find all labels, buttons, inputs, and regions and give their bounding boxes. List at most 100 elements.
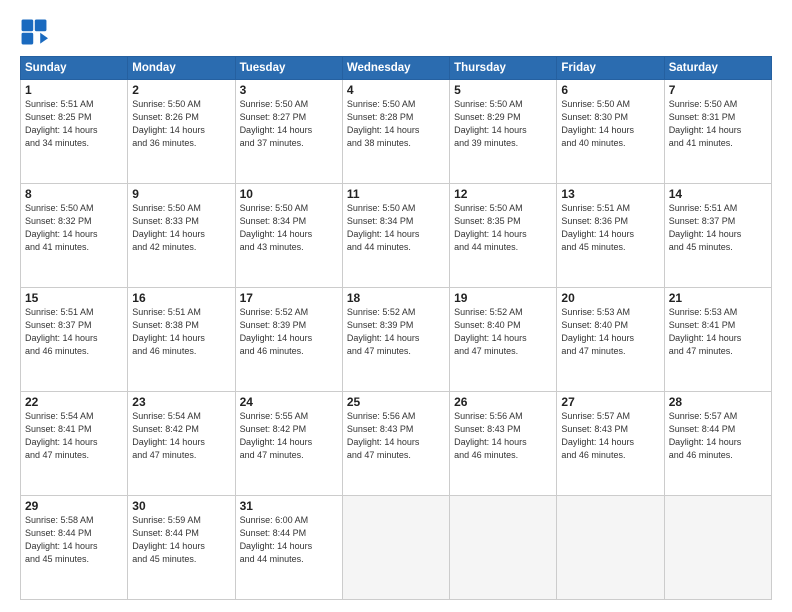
- calendar-cell: 19Sunrise: 5:52 AMSunset: 8:40 PMDayligh…: [450, 288, 557, 392]
- calendar-cell: [557, 496, 664, 600]
- calendar-cell: 11Sunrise: 5:50 AMSunset: 8:34 PMDayligh…: [342, 184, 449, 288]
- cell-content: Sunrise: 5:50 AMSunset: 8:35 PMDaylight:…: [454, 202, 552, 254]
- day-number: 4: [347, 83, 445, 97]
- day-number: 12: [454, 187, 552, 201]
- calendar-cell: 1Sunrise: 5:51 AMSunset: 8:25 PMDaylight…: [21, 80, 128, 184]
- cell-content: Sunrise: 5:50 AMSunset: 8:34 PMDaylight:…: [240, 202, 338, 254]
- day-number: 29: [25, 499, 123, 513]
- day-number: 13: [561, 187, 659, 201]
- cell-content: Sunrise: 5:51 AMSunset: 8:36 PMDaylight:…: [561, 202, 659, 254]
- day-header-tuesday: Tuesday: [235, 57, 342, 80]
- calendar-cell: 27Sunrise: 5:57 AMSunset: 8:43 PMDayligh…: [557, 392, 664, 496]
- cell-content: Sunrise: 5:59 AMSunset: 8:44 PMDaylight:…: [132, 514, 230, 566]
- cell-content: Sunrise: 5:50 AMSunset: 8:28 PMDaylight:…: [347, 98, 445, 150]
- calendar-cell: 13Sunrise: 5:51 AMSunset: 8:36 PMDayligh…: [557, 184, 664, 288]
- cell-content: Sunrise: 5:57 AMSunset: 8:43 PMDaylight:…: [561, 410, 659, 462]
- day-number: 10: [240, 187, 338, 201]
- cell-content: Sunrise: 5:52 AMSunset: 8:39 PMDaylight:…: [240, 306, 338, 358]
- cell-content: Sunrise: 5:51 AMSunset: 8:25 PMDaylight:…: [25, 98, 123, 150]
- day-number: 25: [347, 395, 445, 409]
- logo-icon: [20, 18, 48, 46]
- calendar-week-5: 29Sunrise: 5:58 AMSunset: 8:44 PMDayligh…: [21, 496, 772, 600]
- page: SundayMondayTuesdayWednesdayThursdayFrid…: [0, 0, 792, 612]
- day-number: 5: [454, 83, 552, 97]
- cell-content: Sunrise: 5:50 AMSunset: 8:34 PMDaylight:…: [347, 202, 445, 254]
- day-header-saturday: Saturday: [664, 57, 771, 80]
- cell-content: Sunrise: 5:58 AMSunset: 8:44 PMDaylight:…: [25, 514, 123, 566]
- calendar-cell: 7Sunrise: 5:50 AMSunset: 8:31 PMDaylight…: [664, 80, 771, 184]
- day-number: 20: [561, 291, 659, 305]
- calendar-cell: 12Sunrise: 5:50 AMSunset: 8:35 PMDayligh…: [450, 184, 557, 288]
- day-number: 19: [454, 291, 552, 305]
- cell-content: Sunrise: 5:54 AMSunset: 8:42 PMDaylight:…: [132, 410, 230, 462]
- calendar-cell: 31Sunrise: 6:00 AMSunset: 8:44 PMDayligh…: [235, 496, 342, 600]
- day-number: 26: [454, 395, 552, 409]
- day-number: 23: [132, 395, 230, 409]
- calendar-cell: 3Sunrise: 5:50 AMSunset: 8:27 PMDaylight…: [235, 80, 342, 184]
- day-number: 17: [240, 291, 338, 305]
- day-number: 22: [25, 395, 123, 409]
- calendar-cell: 29Sunrise: 5:58 AMSunset: 8:44 PMDayligh…: [21, 496, 128, 600]
- day-header-friday: Friday: [557, 57, 664, 80]
- day-number: 3: [240, 83, 338, 97]
- cell-content: Sunrise: 5:50 AMSunset: 8:26 PMDaylight:…: [132, 98, 230, 150]
- calendar-cell: 25Sunrise: 5:56 AMSunset: 8:43 PMDayligh…: [342, 392, 449, 496]
- day-number: 7: [669, 83, 767, 97]
- day-number: 21: [669, 291, 767, 305]
- calendar-cell: 22Sunrise: 5:54 AMSunset: 8:41 PMDayligh…: [21, 392, 128, 496]
- cell-content: Sunrise: 5:51 AMSunset: 8:37 PMDaylight:…: [669, 202, 767, 254]
- cell-content: Sunrise: 5:52 AMSunset: 8:40 PMDaylight:…: [454, 306, 552, 358]
- cell-content: Sunrise: 5:51 AMSunset: 8:37 PMDaylight:…: [25, 306, 123, 358]
- cell-content: Sunrise: 5:57 AMSunset: 8:44 PMDaylight:…: [669, 410, 767, 462]
- calendar-cell: 6Sunrise: 5:50 AMSunset: 8:30 PMDaylight…: [557, 80, 664, 184]
- cell-content: Sunrise: 5:53 AMSunset: 8:40 PMDaylight:…: [561, 306, 659, 358]
- cell-content: Sunrise: 5:56 AMSunset: 8:43 PMDaylight:…: [347, 410, 445, 462]
- cell-content: Sunrise: 5:55 AMSunset: 8:42 PMDaylight:…: [240, 410, 338, 462]
- header: [20, 18, 772, 46]
- calendar-cell: 4Sunrise: 5:50 AMSunset: 8:28 PMDaylight…: [342, 80, 449, 184]
- calendar-cell: [664, 496, 771, 600]
- day-header-thursday: Thursday: [450, 57, 557, 80]
- day-number: 16: [132, 291, 230, 305]
- calendar-week-3: 15Sunrise: 5:51 AMSunset: 8:37 PMDayligh…: [21, 288, 772, 392]
- calendar-cell: 30Sunrise: 5:59 AMSunset: 8:44 PMDayligh…: [128, 496, 235, 600]
- cell-content: Sunrise: 5:50 AMSunset: 8:32 PMDaylight:…: [25, 202, 123, 254]
- cell-content: Sunrise: 5:50 AMSunset: 8:30 PMDaylight:…: [561, 98, 659, 150]
- day-number: 15: [25, 291, 123, 305]
- day-number: 9: [132, 187, 230, 201]
- calendar-cell: 2Sunrise: 5:50 AMSunset: 8:26 PMDaylight…: [128, 80, 235, 184]
- cell-content: Sunrise: 5:50 AMSunset: 8:29 PMDaylight:…: [454, 98, 552, 150]
- calendar-cell: 18Sunrise: 5:52 AMSunset: 8:39 PMDayligh…: [342, 288, 449, 392]
- day-number: 18: [347, 291, 445, 305]
- calendar-week-2: 8Sunrise: 5:50 AMSunset: 8:32 PMDaylight…: [21, 184, 772, 288]
- cell-content: Sunrise: 5:50 AMSunset: 8:31 PMDaylight:…: [669, 98, 767, 150]
- day-number: 31: [240, 499, 338, 513]
- cell-content: Sunrise: 5:50 AMSunset: 8:33 PMDaylight:…: [132, 202, 230, 254]
- cell-content: Sunrise: 5:56 AMSunset: 8:43 PMDaylight:…: [454, 410, 552, 462]
- calendar-cell: 9Sunrise: 5:50 AMSunset: 8:33 PMDaylight…: [128, 184, 235, 288]
- day-number: 8: [25, 187, 123, 201]
- calendar-cell: 17Sunrise: 5:52 AMSunset: 8:39 PMDayligh…: [235, 288, 342, 392]
- calendar-cell: 28Sunrise: 5:57 AMSunset: 8:44 PMDayligh…: [664, 392, 771, 496]
- calendar-cell: 23Sunrise: 5:54 AMSunset: 8:42 PMDayligh…: [128, 392, 235, 496]
- cell-content: Sunrise: 5:51 AMSunset: 8:38 PMDaylight:…: [132, 306, 230, 358]
- calendar-week-1: 1Sunrise: 5:51 AMSunset: 8:25 PMDaylight…: [21, 80, 772, 184]
- day-number: 24: [240, 395, 338, 409]
- day-number: 2: [132, 83, 230, 97]
- calendar-cell: 16Sunrise: 5:51 AMSunset: 8:38 PMDayligh…: [128, 288, 235, 392]
- calendar-cell: 26Sunrise: 5:56 AMSunset: 8:43 PMDayligh…: [450, 392, 557, 496]
- calendar-cell: 10Sunrise: 5:50 AMSunset: 8:34 PMDayligh…: [235, 184, 342, 288]
- calendar-cell: 24Sunrise: 5:55 AMSunset: 8:42 PMDayligh…: [235, 392, 342, 496]
- day-header-monday: Monday: [128, 57, 235, 80]
- day-number: 14: [669, 187, 767, 201]
- calendar-table: SundayMondayTuesdayWednesdayThursdayFrid…: [20, 56, 772, 600]
- cell-content: Sunrise: 5:53 AMSunset: 8:41 PMDaylight:…: [669, 306, 767, 358]
- calendar-cell: 8Sunrise: 5:50 AMSunset: 8:32 PMDaylight…: [21, 184, 128, 288]
- logo: [20, 18, 52, 46]
- cell-content: Sunrise: 5:52 AMSunset: 8:39 PMDaylight:…: [347, 306, 445, 358]
- calendar-week-4: 22Sunrise: 5:54 AMSunset: 8:41 PMDayligh…: [21, 392, 772, 496]
- calendar-cell: [342, 496, 449, 600]
- cell-content: Sunrise: 5:54 AMSunset: 8:41 PMDaylight:…: [25, 410, 123, 462]
- day-number: 28: [669, 395, 767, 409]
- day-header-sunday: Sunday: [21, 57, 128, 80]
